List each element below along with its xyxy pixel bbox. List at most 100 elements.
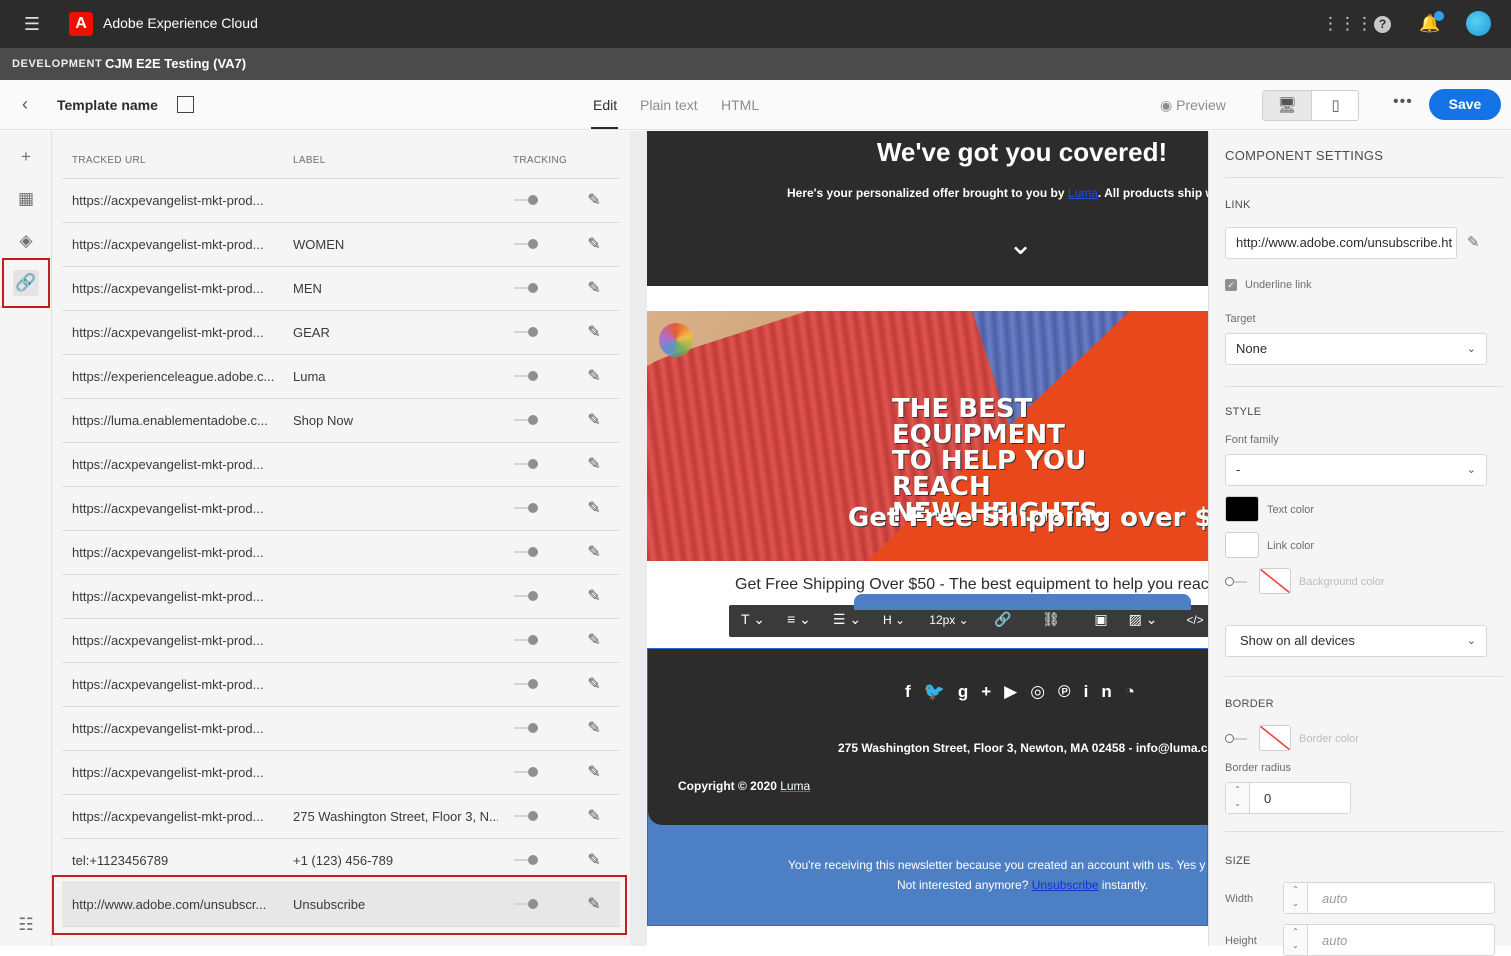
width-stepper[interactable]: ⌃ ⌄ auto [1283,882,1495,914]
pencil-icon[interactable]: ✎ [584,366,604,386]
rss-icon[interactable]: ◔ [1125,682,1148,701]
free-shipping-text[interactable]: Get Free Shipping Over $50 - The best eq… [735,576,1208,594]
tracking-toggle[interactable] [514,854,540,866]
table-row[interactable]: https://acxpevangelist-mkt-prod... ✎ [62,179,620,223]
table-row[interactable]: https://acxpevangelist-mkt-prod... ✎ [62,531,620,575]
avatar[interactable] [1466,11,1491,36]
table-row[interactable]: https://acxpevangelist-mkt-prod... ✎ [62,487,620,531]
font-size-select[interactable]: 12px ⌄ [923,613,975,627]
sandbox-name[interactable]: CJM E2E Testing (VA7) [105,56,246,71]
intro-luma-link[interactable]: Luma [1068,186,1098,200]
image-icon[interactable]: ▨ ⌄ [1125,611,1161,628]
table-row[interactable]: https://experienceleague.adobe.c... Luma ✎ [62,355,620,399]
underline-checkbox[interactable]: ✓ [1225,279,1237,291]
tracking-toggle[interactable] [514,238,540,250]
border-color-swatch[interactable] [1259,725,1291,751]
footer-block-selected[interactable]: f🐦g+▶◎℗in◔ 275 Washington Street, Floor … [647,648,1208,926]
tracking-toggle[interactable] [514,414,540,426]
template-name[interactable]: Template name [57,97,158,113]
tracking-toggle[interactable] [514,502,540,514]
pencil-icon[interactable]: ✎ [584,850,604,870]
visibility-select[interactable]: Show on all devices ⌄ [1225,625,1487,657]
tracking-toggle[interactable] [514,326,540,338]
text-style-icon[interactable]: T ⌄ [735,611,771,628]
footer-copyright[interactable]: Copyright © 2020 Luma [678,779,810,793]
add-icon[interactable]: + [13,144,39,170]
pencil-icon[interactable]: ✎ [584,762,604,782]
assets-icon[interactable]: ▦ [13,186,39,212]
stepper-arrows-icon[interactable]: ⌃ ⌄ [1284,883,1308,913]
table-row[interactable]: https://acxpevangelist-mkt-prod... ✎ [62,663,620,707]
mobile-icon[interactable]: ▯ [1311,91,1359,120]
pinterest-icon[interactable]: ℗ [1058,682,1084,701]
code-icon[interactable]: </> [1181,613,1209,627]
not-interested-text[interactable]: Not interested anymore? Unsubscribe inst… [897,878,1148,892]
help-icon[interactable]: ? [1374,16,1391,33]
table-row[interactable]: https://acxpevangelist-mkt-prod... 275 Wa… [62,795,620,839]
pencil-icon[interactable]: ✎ [584,542,604,562]
table-row[interactable]: https://acxpevangelist-mkt-prod... GEAR ✎ [62,311,620,355]
facebook-icon[interactable]: f [905,682,924,701]
heading-select[interactable]: H ⌄ [877,613,911,627]
border-color-toggle[interactable] [1225,733,1249,745]
pencil-icon[interactable]: ✎ [584,190,604,210]
table-row[interactable]: https://acxpevangelist-mkt-prod... ✎ [62,707,620,751]
background-color-swatch[interactable] [1259,568,1291,594]
link-color-swatch[interactable] [1225,532,1259,558]
pencil-icon[interactable]: ✎ [584,630,604,650]
font-family-select[interactable]: - ⌄ [1225,454,1487,486]
text-color-swatch[interactable] [1225,496,1259,522]
height-stepper[interactable]: ⌃ ⌄ auto [1283,924,1495,956]
tracking-toggle[interactable] [514,194,540,206]
layers-icon[interactable]: ◈ [13,228,39,254]
tracking-toggle[interactable] [514,810,540,822]
more-options-icon[interactable]: ••• [1393,93,1413,111]
link-url-field[interactable]: http://www.adobe.com/unsubscribe.ht [1225,227,1457,259]
save-button[interactable]: Save [1429,89,1501,120]
footer-address[interactable]: 275 Washington Street, Floor 3, Newton, … [838,741,1208,755]
google-plus-icon[interactable]: g+ [958,682,1004,701]
tracking-toggle[interactable] [514,634,540,646]
tracking-toggle[interactable] [514,722,540,734]
intro-text[interactable]: Here's your personalized offer brought t… [787,186,1208,200]
personalize-icon[interactable]: ▣ [1089,611,1113,628]
back-arrow-icon[interactable]: ‹ [22,94,28,115]
table-row[interactable]: https://acxpevangelist-mkt-prod... ✎ [62,619,620,663]
edit-properties-icon[interactable] [177,96,194,113]
tab-plain-text[interactable]: Plain text [640,97,698,113]
intro-block[interactable]: We've got you covered! Here's your perso… [647,131,1208,286]
twitter-icon[interactable]: 🐦 [924,682,958,701]
tracking-toggle[interactable] [514,766,540,778]
receiving-text[interactable]: You're receiving this newsletter because… [788,858,1205,872]
email-heading[interactable]: We've got you covered! [647,137,1208,168]
table-row[interactable]: https://acxpevangelist-mkt-prod... MEN ✎ [62,267,620,311]
tracking-toggle[interactable] [514,678,540,690]
link-icon[interactable]: 🔗 [991,611,1015,628]
table-row[interactable]: https://luma.enablementadobe.c... Shop No… [62,399,620,443]
pencil-icon[interactable]: ✎ [584,410,604,430]
pencil-icon[interactable]: ✎ [584,322,604,342]
desktop-icon[interactable]: 🖥 [1263,91,1311,120]
app-brand[interactable]: Adobe Experience Cloud [103,15,258,31]
hero-image[interactable]: THE BEST EQUIPMENT TO HELP YOU REACH NEW… [647,311,1208,561]
border-radius-stepper[interactable]: ⌃ ⌄ 0 [1225,782,1351,814]
tracking-toggle[interactable] [514,458,540,470]
background-color-toggle[interactable] [1225,576,1249,588]
table-row[interactable]: https://acxpevangelist-mkt-prod... ✎ [62,575,620,619]
linkedin-icon[interactable]: in [1084,682,1125,701]
pencil-icon[interactable]: ✎ [584,586,604,606]
tracking-toggle[interactable] [514,590,540,602]
tracking-toggle[interactable] [514,282,540,294]
pencil-icon[interactable]: ✎ [584,278,604,298]
tracking-toggle[interactable] [514,546,540,558]
table-row[interactable]: https://acxpevangelist-mkt-prod... WOMEN ✎ [62,223,620,267]
pencil-icon[interactable]: ✎ [584,234,604,254]
edit-link-icon[interactable]: ✎ [1467,233,1480,251]
pencil-icon[interactable]: ✎ [584,674,604,694]
youtube-icon[interactable]: ▶ [1004,682,1030,701]
tracking-toggle[interactable] [514,370,540,382]
pencil-icon[interactable]: ✎ [584,498,604,518]
apps-grid-icon[interactable]: ⋮⋮⋮ [1322,12,1373,36]
list-icon[interactable]: ☰ ⌄ [829,611,865,628]
target-select[interactable]: None ⌄ [1225,333,1487,365]
